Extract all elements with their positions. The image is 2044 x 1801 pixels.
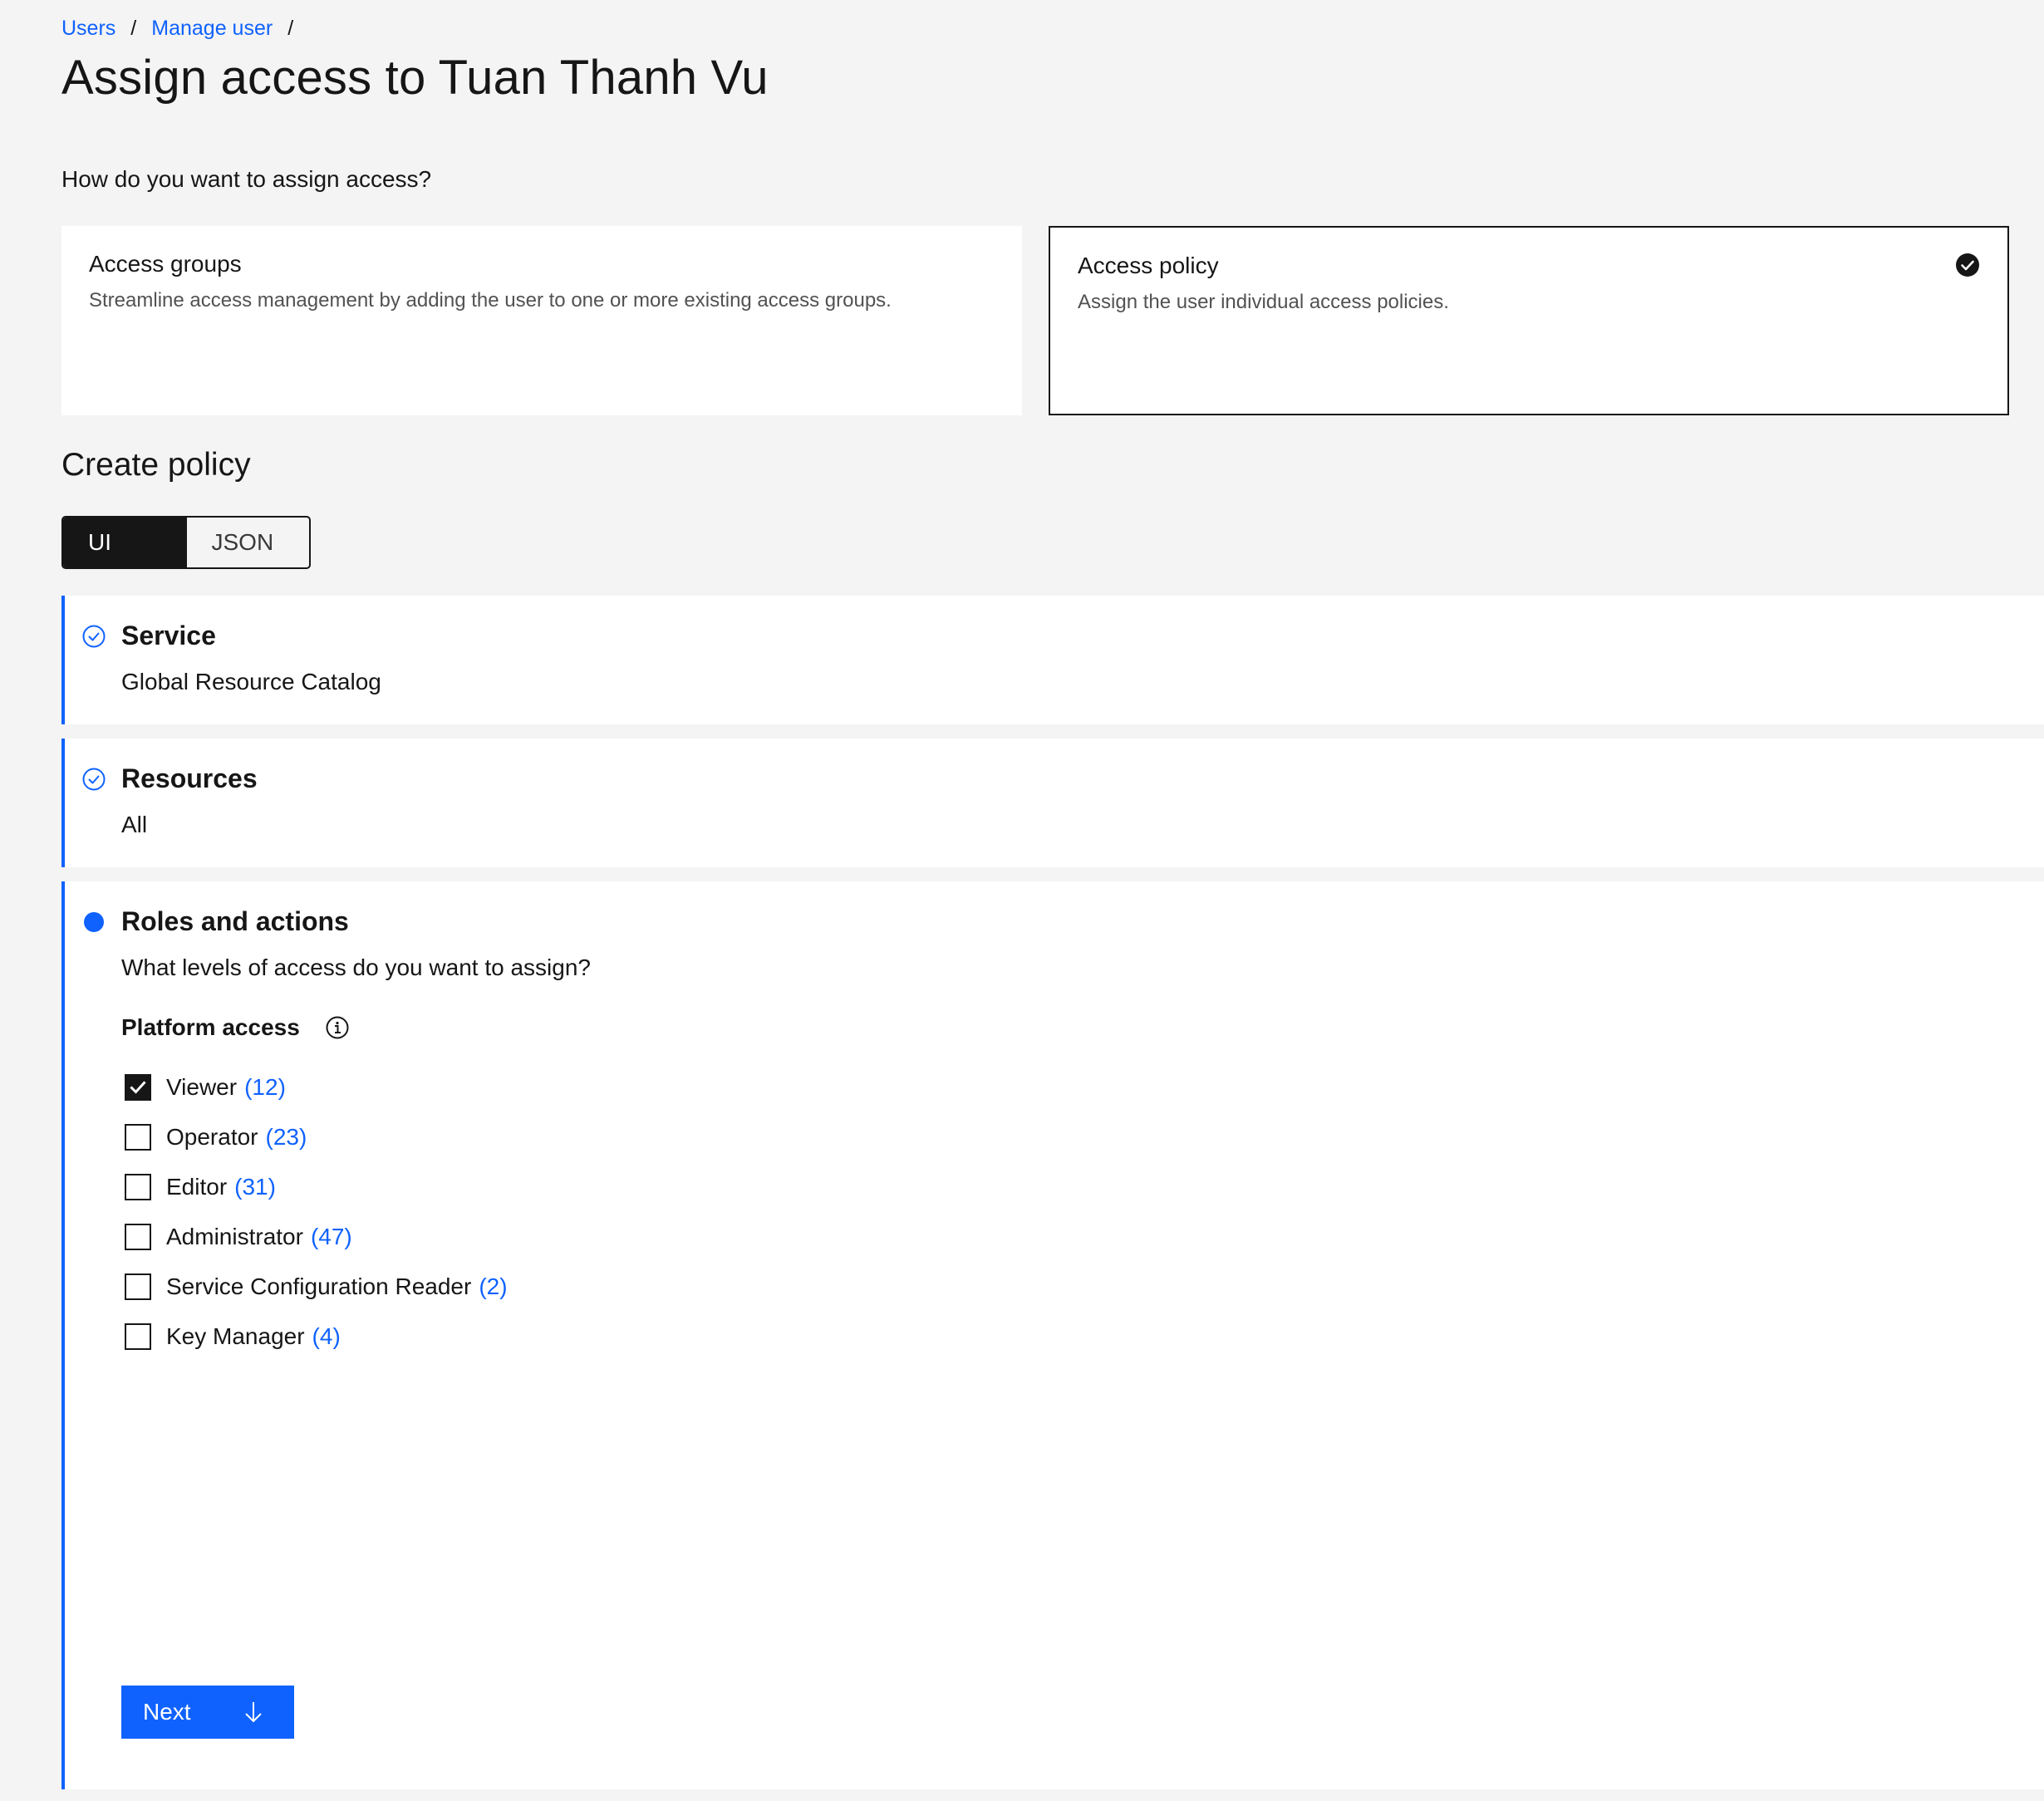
step-service[interactable]: Service Global Resource Catalog xyxy=(61,596,2044,724)
role-checkbox-editor[interactable]: Editor (31) xyxy=(121,1162,508,1212)
platform-access-label: Platform access xyxy=(121,1014,350,1041)
role-name: Viewer xyxy=(166,1074,238,1100)
role-name: Operator xyxy=(166,1124,258,1150)
role-action-count-link[interactable]: (31) xyxy=(234,1174,276,1200)
step-roles-and-actions: Roles and actions What levels of access … xyxy=(61,881,2044,1789)
role-name: Service Configuration Reader xyxy=(166,1273,472,1299)
step-title: Resources xyxy=(121,763,258,793)
role-checkbox-service-configuration-reader[interactable]: Service Configuration Reader (2) xyxy=(121,1262,508,1312)
tile-description: Streamline access management by adding t… xyxy=(89,289,892,312)
breadcrumb-link-manage-user[interactable]: Manage user xyxy=(151,17,273,41)
circle-filled-icon xyxy=(84,912,104,932)
checkmark-outline-icon xyxy=(82,625,106,648)
role-name: Editor xyxy=(166,1174,228,1200)
role-checkbox-key-manager[interactable]: Key Manager (4) xyxy=(121,1312,508,1362)
roles-question: What levels of access do you want to ass… xyxy=(121,954,591,980)
checkbox[interactable] xyxy=(125,1273,151,1300)
page-title: Assign access to Tuan Thanh Vu xyxy=(61,51,769,105)
checkbox[interactable] xyxy=(125,1174,151,1200)
breadcrumb-link-users[interactable]: Users xyxy=(61,17,115,41)
step-resources[interactable]: Resources All xyxy=(61,739,2044,867)
role-name: Administrator xyxy=(166,1224,303,1249)
tile-title: Access groups xyxy=(89,251,242,277)
next-button[interactable]: Next xyxy=(121,1686,294,1739)
tile-access-groups[interactable]: Access groups Streamline access manageme… xyxy=(61,226,1022,415)
assign-method-question: How do you want to assign access? xyxy=(61,166,432,192)
step-value: Global Resource Catalog xyxy=(121,669,381,694)
breadcrumb-separator: / xyxy=(287,17,294,40)
checkmark-outline-icon xyxy=(82,768,106,791)
information-icon[interactable] xyxy=(325,1015,350,1040)
tile-description: Assign the user individual access polici… xyxy=(1078,291,1449,313)
breadcrumb: Users / Manage user / xyxy=(61,17,293,41)
create-policy-title: Create policy xyxy=(61,447,251,483)
role-checkbox-operator[interactable]: Operator (23) xyxy=(121,1112,508,1162)
checkmark-icon xyxy=(130,1081,146,1094)
platform-roles-list: Viewer (12) Operator (23) Editor (31) Ad… xyxy=(121,1062,508,1362)
checkbox[interactable] xyxy=(125,1224,151,1250)
role-action-count-link[interactable]: (23) xyxy=(266,1124,307,1151)
checkmark-filled-icon xyxy=(1956,253,1979,277)
role-action-count-link[interactable]: (2) xyxy=(479,1273,507,1300)
step-title: Service xyxy=(121,621,216,650)
tile-access-policy[interactable]: Access policy Assign the user individual… xyxy=(1049,226,2009,415)
platform-access-text: Platform access xyxy=(121,1014,300,1040)
role-action-count-link[interactable]: (12) xyxy=(244,1074,286,1101)
step-title: Roles and actions xyxy=(121,906,349,936)
checkbox[interactable] xyxy=(125,1323,151,1350)
checkbox[interactable] xyxy=(125,1074,151,1101)
toggle-json[interactable]: JSON xyxy=(185,518,310,567)
role-checkbox-administrator[interactable]: Administrator (47) xyxy=(121,1212,508,1262)
role-name: Key Manager xyxy=(166,1323,305,1349)
role-checkbox-viewer[interactable]: Viewer (12) xyxy=(121,1062,508,1112)
toggle-ui[interactable]: UI xyxy=(63,518,186,567)
policy-editor-toggle: UI JSON xyxy=(61,516,311,569)
checkbox[interactable] xyxy=(125,1124,151,1151)
breadcrumb-separator: / xyxy=(130,17,137,40)
next-button-label: Next xyxy=(143,1699,191,1725)
step-value: All xyxy=(121,812,148,837)
role-action-count-link[interactable]: (4) xyxy=(312,1323,341,1350)
tile-title: Access policy xyxy=(1078,253,1219,278)
arrow-down-icon xyxy=(245,1702,262,1723)
role-action-count-link[interactable]: (47) xyxy=(311,1224,352,1250)
